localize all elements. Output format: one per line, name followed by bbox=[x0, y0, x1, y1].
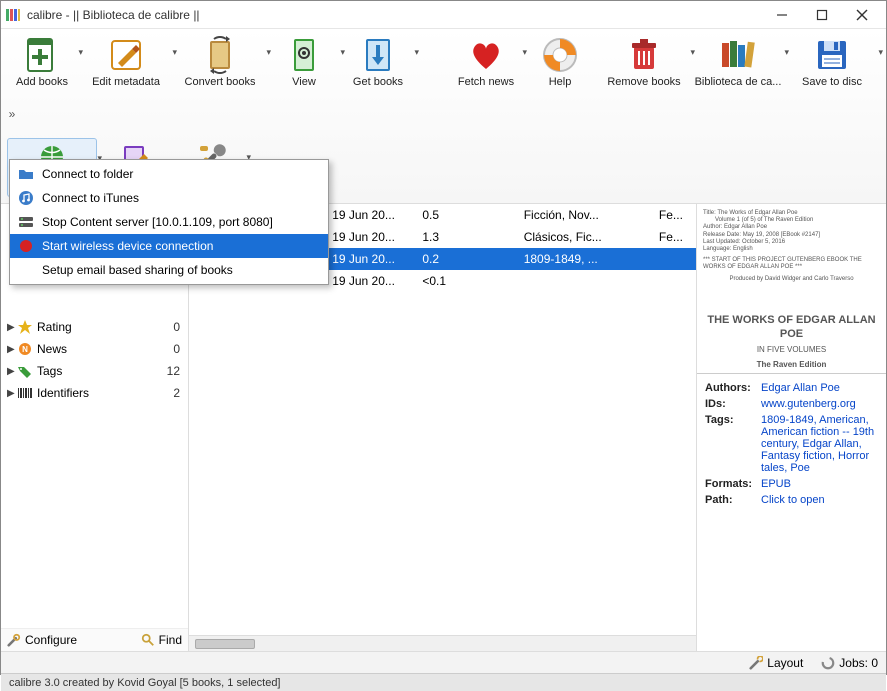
convert-books-icon bbox=[200, 35, 240, 75]
heart-icon bbox=[466, 35, 506, 75]
dropdown-arrow-icon[interactable]: ▾ bbox=[414, 47, 419, 58]
help-button[interactable]: Help bbox=[525, 33, 595, 90]
view-button[interactable]: ▾ View bbox=[269, 33, 339, 90]
window-title: calibre - || Biblioteca de calibre || bbox=[27, 8, 762, 22]
menu-stop-content-server[interactable]: Stop Content server [10.0.1.109, port 80… bbox=[10, 210, 328, 234]
wrench-icon bbox=[7, 633, 21, 647]
jobs-button[interactable]: Jobs: 0 bbox=[821, 656, 878, 670]
chevron-right-icon: ▶ bbox=[7, 344, 17, 355]
status-bar-info: calibre 3.0 created by Kovid Goyal [5 bo… bbox=[1, 673, 886, 691]
star-icon bbox=[17, 319, 33, 335]
configure-link[interactable]: Configure bbox=[7, 633, 77, 647]
view-icon bbox=[284, 35, 324, 75]
toolbar-more-button[interactable]: » bbox=[7, 94, 17, 134]
maximize-button[interactable] bbox=[802, 2, 842, 28]
chevron-right-icon: ▶ bbox=[7, 388, 17, 399]
chevron-right-icon: ▶ bbox=[7, 366, 17, 377]
category-news[interactable]: ▶ N News 0 bbox=[1, 338, 188, 360]
remove-books-button[interactable]: ▾ Remove books bbox=[599, 33, 689, 90]
svg-text:N: N bbox=[22, 345, 28, 354]
find-link[interactable]: Find bbox=[141, 633, 182, 647]
category-identifiers[interactable]: ▶ Identifiers 2 bbox=[1, 382, 188, 404]
calibre-app-icon bbox=[5, 7, 21, 23]
detail-path[interactable]: Click to open bbox=[761, 494, 878, 506]
category-tags[interactable]: ▶ Tags 12 bbox=[1, 360, 188, 382]
book-details: Authors:Edgar Allan Poe IDs:www.gutenber… bbox=[697, 374, 886, 518]
spinner-icon bbox=[821, 656, 835, 670]
barcode-icon bbox=[17, 385, 33, 401]
edit-metadata-icon bbox=[106, 35, 146, 75]
add-books-icon bbox=[22, 35, 62, 75]
status-bar: Layout Jobs: 0 bbox=[1, 651, 886, 673]
titlebar: calibre - || Biblioteca de calibre || bbox=[1, 1, 886, 29]
detail-formats[interactable]: EPUB bbox=[761, 478, 878, 490]
edit-metadata-button[interactable]: ▾ Edit metadata bbox=[81, 33, 171, 90]
search-icon bbox=[141, 633, 155, 647]
trash-icon bbox=[624, 35, 664, 75]
minimize-button[interactable] bbox=[762, 2, 802, 28]
tag-icon bbox=[17, 363, 33, 379]
library-button[interactable]: ▾ Biblioteca de ca... bbox=[693, 33, 783, 90]
book-preview: Title: The Works of Edgar Allan Poe Volu… bbox=[697, 204, 886, 374]
menu-connect-itunes[interactable]: Connect to iTunes bbox=[10, 186, 328, 210]
category-rating[interactable]: ▶ Rating 0 bbox=[1, 316, 188, 338]
server-icon bbox=[18, 214, 34, 230]
layout-icon bbox=[749, 656, 763, 670]
add-books-button[interactable]: ▾ Add books bbox=[7, 33, 77, 90]
blank-icon bbox=[18, 262, 34, 278]
close-button[interactable] bbox=[842, 2, 882, 28]
fetch-news-button[interactable]: ▾ Fetch news bbox=[451, 33, 521, 90]
menu-setup-email[interactable]: Setup email based sharing of books bbox=[10, 258, 328, 282]
floppy-disk-icon bbox=[812, 35, 852, 75]
book-details-pane: Title: The Works of Edgar Allan Poe Volu… bbox=[696, 204, 886, 651]
horizontal-scrollbar[interactable] bbox=[189, 635, 696, 651]
menu-start-wireless[interactable]: Start wireless device connection bbox=[10, 234, 328, 258]
layout-button[interactable]: Layout bbox=[749, 656, 803, 670]
record-icon bbox=[18, 238, 34, 254]
itunes-icon bbox=[18, 190, 34, 206]
detail-authors[interactable]: Edgar Allan Poe bbox=[761, 382, 878, 394]
menu-connect-folder[interactable]: Connect to folder bbox=[10, 162, 328, 186]
detail-ids[interactable]: www.gutenberg.org bbox=[761, 398, 878, 410]
dropdown-arrow-icon[interactable]: ▾ bbox=[878, 47, 883, 58]
get-books-button[interactable]: ▾ Get books bbox=[343, 33, 413, 90]
news-icon: N bbox=[17, 341, 33, 357]
detail-tags[interactable]: 1809-1849, American, American fiction --… bbox=[761, 414, 878, 474]
lifebuoy-icon bbox=[540, 35, 580, 75]
convert-books-button[interactable]: ▾ Convert books bbox=[175, 33, 265, 90]
get-books-icon bbox=[358, 35, 398, 75]
save-to-disc-button[interactable]: ▾ Save to disc bbox=[787, 33, 877, 90]
folder-icon bbox=[18, 166, 34, 182]
library-icon bbox=[718, 35, 758, 75]
connect-share-menu: Connect to folder Connect to iTunes Stop… bbox=[9, 159, 329, 285]
chevron-right-icon: ▶ bbox=[7, 322, 17, 333]
